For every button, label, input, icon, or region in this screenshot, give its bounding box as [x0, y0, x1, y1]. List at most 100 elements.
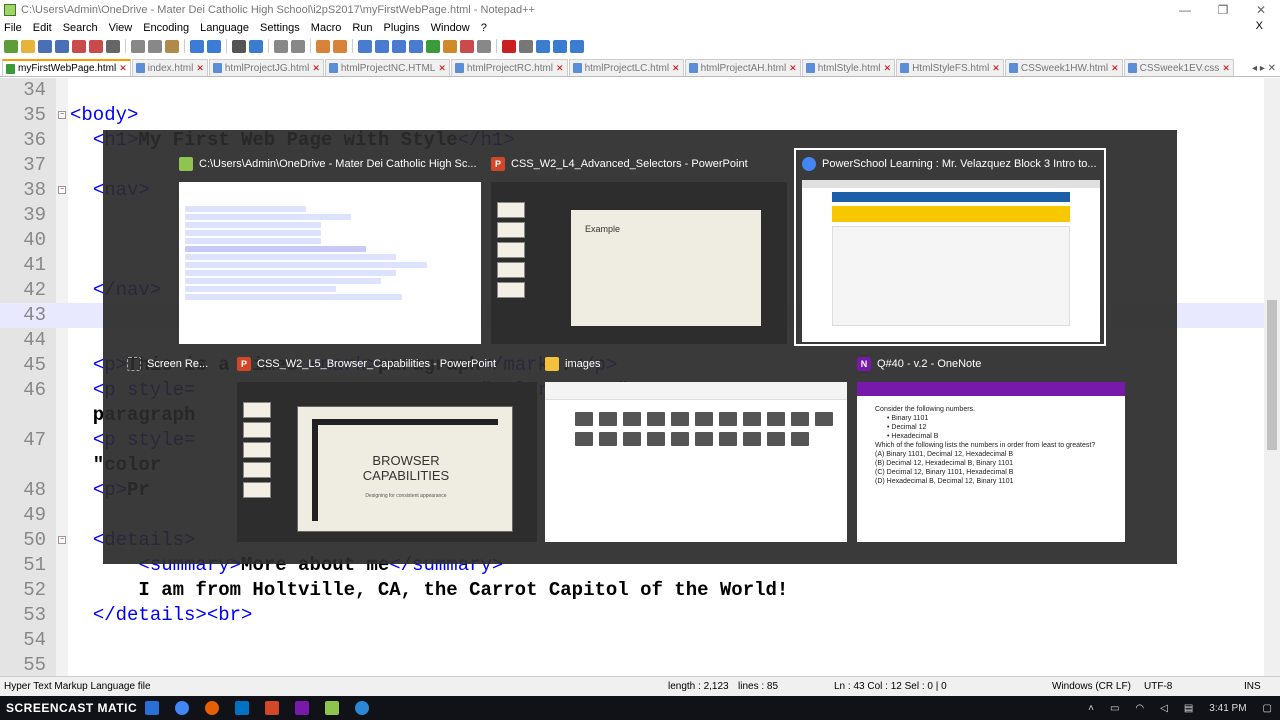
switcher-card-chrome[interactable]: PowerSchool Learning : Mr. Velazquez Blo… — [794, 148, 1106, 346]
tab-close-icon[interactable]: ✕ — [1222, 63, 1230, 74]
menu-view[interactable]: View — [109, 22, 133, 34]
indent-guide-icon[interactable] — [392, 39, 406, 53]
tab-close-icon[interactable]: ✕ — [992, 63, 1000, 74]
stop-macro-icon[interactable] — [519, 39, 533, 53]
menu-help[interactable]: ? — [481, 22, 487, 34]
cut-icon[interactable] — [131, 39, 145, 53]
paste-icon[interactable] — [165, 39, 179, 53]
tab-close-icon[interactable]: ✕ — [312, 63, 320, 74]
document-close-button[interactable]: X — [1256, 20, 1263, 32]
editor-line[interactable]: 34 — [0, 78, 1264, 103]
notepadpp-icon[interactable] — [325, 701, 340, 715]
minimize-icon[interactable]: — — [1166, 0, 1204, 20]
tab-close-icon[interactable]: ✕ — [119, 63, 127, 74]
switcher-card-powerpoint-selectors[interactable]: P CSS_W2_L4_Advanced_Selectors - PowerPo… — [491, 154, 787, 344]
editor-line[interactable]: 55 — [0, 653, 1264, 678]
menu-plugins[interactable]: Plugins — [384, 22, 420, 34]
document-tab[interactable]: htmlProjectRC.html ✕ — [450, 59, 568, 76]
editor-line[interactable]: 52 I am from Holtville, CA, the Carrot C… — [0, 578, 1264, 603]
menu-search[interactable]: Search — [63, 22, 98, 34]
menu-encoding[interactable]: Encoding — [143, 22, 189, 34]
firefox-icon[interactable] — [205, 701, 220, 715]
chrome-icon[interactable] — [175, 701, 190, 715]
menu-macro[interactable]: Macro — [311, 22, 342, 34]
screen-recorder-icon[interactable] — [355, 701, 370, 715]
find-icon[interactable] — [232, 39, 246, 53]
switcher-card-powerpoint-capabilities[interactable]: P CSS_W2_L5_Browser_Capabilities - Power… — [237, 354, 537, 542]
outlook-icon[interactable] — [235, 701, 250, 715]
folder-as-workspace-icon[interactable] — [460, 39, 474, 53]
document-tab[interactable]: htmlProjectJG.html ✕ — [208, 59, 324, 76]
document-tab[interactable]: htmlProjectAH.html ✕ — [684, 59, 801, 76]
close-file-icon[interactable] — [72, 39, 86, 53]
menu-file[interactable]: File — [4, 22, 22, 34]
close-all-icon[interactable] — [89, 39, 103, 53]
zoom-in-icon[interactable] — [274, 39, 288, 53]
editor-line[interactable]: 53 </details><br> — [0, 603, 1264, 628]
battery-icon[interactable]: ▭ — [1110, 703, 1119, 714]
menu-run[interactable]: Run — [352, 22, 372, 34]
document-tab[interactable]: CSSweek1EV.css ✕ — [1123, 59, 1234, 76]
document-tab[interactable]: myFirstWebPage.html ✕ — [2, 59, 131, 76]
run-macro-multiple-icon[interactable] — [553, 39, 567, 53]
switcher-card-screen-recorder[interactable]: Screen Re... — [127, 354, 237, 378]
function-list-icon[interactable] — [443, 39, 457, 53]
document-tab[interactable]: index.html ✕ — [131, 59, 208, 76]
tab-close-icon[interactable]: ✕ — [789, 63, 797, 74]
switcher-card-images-folder[interactable]: images — [545, 354, 847, 542]
fold-toggle-icon[interactable]: − — [58, 186, 66, 194]
undo-icon[interactable] — [190, 39, 204, 53]
chevron-up-icon[interactable]: ˄ — [1088, 703, 1094, 714]
menu-edit[interactable]: Edit — [33, 22, 52, 34]
document-tab[interactable]: HtmlStyleFS.html ✕ — [896, 59, 1004, 76]
maximize-icon[interactable]: ❐ — [1204, 0, 1242, 20]
show-all-chars-icon[interactable] — [375, 39, 389, 53]
zoom-out-icon[interactable] — [291, 39, 305, 53]
tab-close-icon[interactable]: ✕ — [438, 63, 446, 74]
save-all-icon[interactable] — [55, 39, 69, 53]
scrollbar-thumb[interactable] — [1267, 300, 1277, 450]
close-icon[interactable]: ✕ — [1242, 0, 1280, 20]
replace-icon[interactable] — [249, 39, 263, 53]
record-macro-icon[interactable] — [502, 39, 516, 53]
doc-map-icon[interactable] — [426, 39, 440, 53]
tab-close-icon[interactable]: ✕ — [556, 63, 564, 74]
monitoring-icon[interactable] — [477, 39, 491, 53]
edge-icon[interactable] — [145, 701, 160, 715]
tab-close-icon[interactable]: ✕ — [884, 63, 892, 74]
word-wrap-icon[interactable] — [358, 39, 372, 53]
menu-settings[interactable]: Settings — [260, 22, 300, 34]
document-tab[interactable]: CSSweek1HW.html ✕ — [1004, 59, 1123, 76]
keyboard-icon[interactable]: ▤ — [1184, 703, 1193, 714]
sync-h-icon[interactable] — [333, 39, 347, 53]
vertical-scrollbar[interactable] — [1264, 78, 1280, 676]
document-tab[interactable]: htmlProjectNC.HTML ✕ — [324, 59, 450, 76]
tab-close-icon[interactable]: ✕ — [672, 63, 680, 74]
tab-close-icon[interactable]: ✕ — [196, 63, 204, 74]
fold-toggle-icon[interactable]: − — [58, 111, 66, 119]
redo-icon[interactable] — [207, 39, 221, 53]
print-icon[interactable] — [106, 39, 120, 53]
play-macro-icon[interactable] — [536, 39, 550, 53]
clock[interactable]: 3:41 PM — [1209, 703, 1246, 714]
save-icon[interactable] — [38, 39, 52, 53]
open-file-icon[interactable] — [21, 39, 35, 53]
powerpoint-icon[interactable] — [265, 701, 280, 715]
fold-toggle-icon[interactable]: − — [58, 536, 66, 544]
onenote-icon[interactable] — [295, 701, 310, 715]
notification-icon[interactable]: ▢ — [1263, 703, 1272, 714]
copy-icon[interactable] — [148, 39, 162, 53]
editor-line[interactable]: 35 − <body> — [0, 103, 1264, 128]
editor-line[interactable]: 54 — [0, 628, 1264, 653]
sync-v-icon[interactable] — [316, 39, 330, 53]
switcher-card-notepadpp[interactable]: C:\Users\Admin\OneDrive - Mater Dei Cath… — [179, 154, 481, 344]
document-tab[interactable]: htmlStyle.html ✕ — [801, 59, 896, 76]
menu-window[interactable]: Window — [431, 22, 470, 34]
save-macro-icon[interactable] — [570, 39, 584, 53]
menu-language[interactable]: Language — [200, 22, 249, 34]
document-tab[interactable]: htmlProjectLC.html ✕ — [568, 59, 684, 76]
volume-icon[interactable]: ◁ — [1160, 703, 1168, 714]
switcher-card-onenote[interactable]: N Q#40 - v.2 - OneNote Consider the foll… — [857, 354, 1125, 542]
tab-close-icon[interactable]: ✕ — [1111, 63, 1119, 74]
lang-icon[interactable] — [409, 39, 423, 53]
